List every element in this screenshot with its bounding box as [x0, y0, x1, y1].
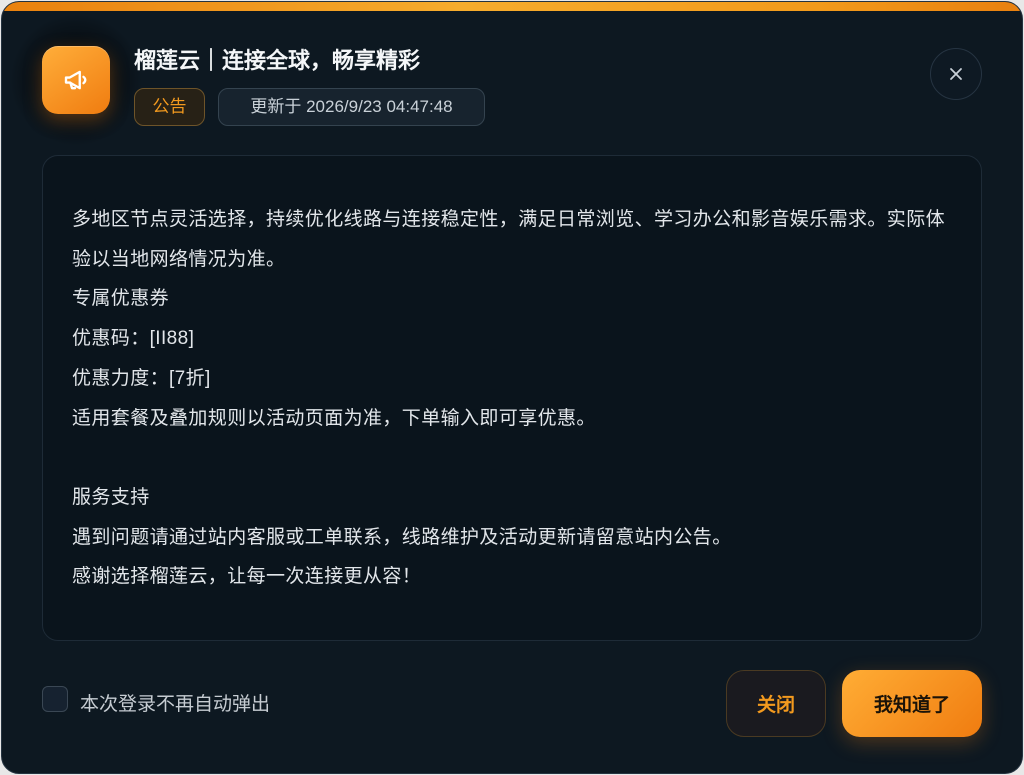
- dialog-title: 榴莲云｜连接全球，畅享精彩: [134, 48, 421, 73]
- notice-badge: 公告: [134, 88, 205, 126]
- accent-top-bar: [2, 2, 1022, 11]
- support-text: 遇到问题请通过站内客服或工单联系，线路维护及活动更新请留意站内公告。: [72, 526, 732, 548]
- coupon-discount: 优惠力度：[7折]: [72, 367, 211, 389]
- coupon-title: 专属优惠券: [72, 288, 170, 310]
- intro-text: 多地区节点灵活选择，持续优化线路与连接稳定性，满足日常浏览、学习办公和影音娱乐需…: [72, 209, 946, 270]
- coupon-note: 适用套餐及叠加规则以活动页面为准，下单输入即可享优惠。: [72, 407, 596, 429]
- updated-time-badge: 更新于 2026/9/23 04:47:48: [218, 88, 485, 126]
- megaphone-icon: [42, 46, 110, 114]
- support-title: 服务支持: [72, 486, 150, 508]
- acknowledge-button[interactable]: 我知道了: [842, 670, 982, 737]
- coupon-code: 优惠码：[II88]: [72, 328, 195, 350]
- announcement-body: 多地区节点灵活选择，持续优化线路与连接稳定性，满足日常浏览、学习办公和影音娱乐需…: [42, 155, 982, 641]
- dont-show-again-label[interactable]: 本次登录不再自动弹出: [80, 690, 270, 720]
- announcement-dialog: 榴莲云｜连接全球，畅享精彩 公告 更新于 2026/9/23 04:47:48 …: [1, 1, 1023, 774]
- thanks-text: 感谢选择榴莲云，让每一次连接更从容！: [72, 566, 422, 588]
- close-icon: [950, 68, 962, 80]
- dont-show-again-checkbox[interactable]: [42, 686, 68, 712]
- close-dialog-button[interactable]: 关闭: [726, 670, 826, 737]
- close-button[interactable]: [930, 48, 982, 100]
